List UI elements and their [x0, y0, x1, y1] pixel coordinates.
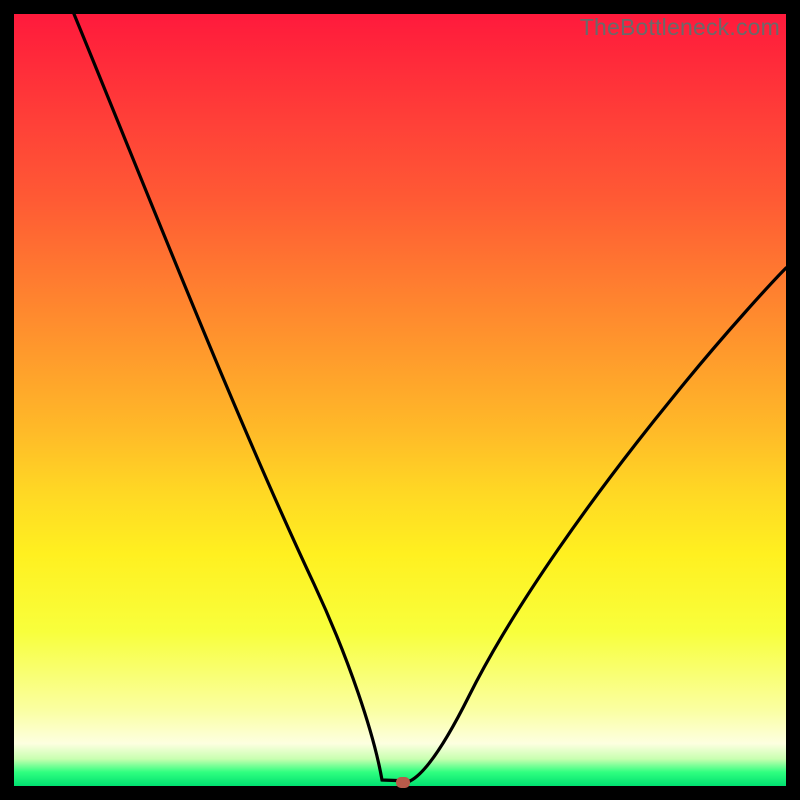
chart-frame: TheBottleneck.com [14, 14, 786, 786]
bottleneck-curve [14, 14, 786, 786]
curve-left-branch [74, 14, 410, 781]
optimal-point-marker [396, 777, 410, 788]
curve-right-branch [410, 268, 786, 781]
